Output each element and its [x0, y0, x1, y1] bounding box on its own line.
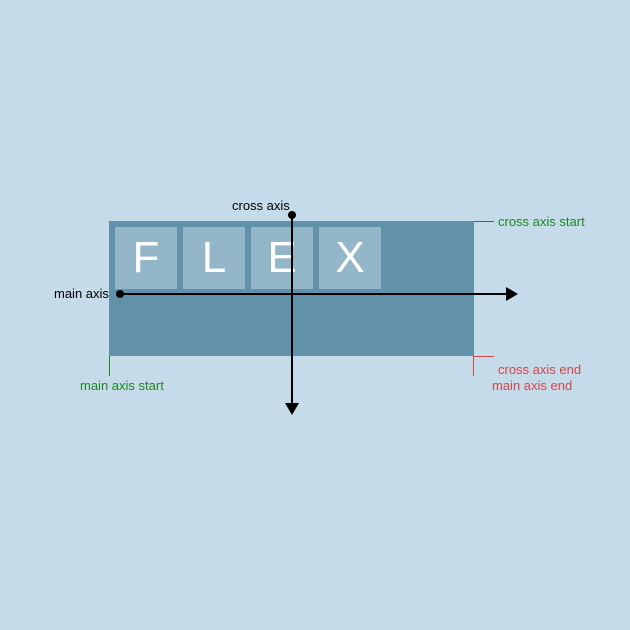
main-axis-start-tick [109, 356, 110, 376]
main-axis-end-label: main axis end [492, 378, 572, 393]
flex-item: F [115, 227, 177, 289]
cross-axis-arrowhead [285, 403, 299, 415]
cross-axis-label: cross axis [232, 198, 290, 213]
main-axis-label: main axis [54, 286, 109, 301]
main-axis-line [120, 293, 508, 295]
main-axis-start-label: main axis start [80, 378, 164, 393]
flex-item: E [251, 227, 313, 289]
cross-axis-line [291, 215, 293, 405]
main-axis-origin-dot [116, 290, 124, 298]
main-axis-arrowhead [506, 287, 518, 301]
cross-axis-end-tick [474, 356, 494, 357]
flex-item: L [183, 227, 245, 289]
cross-axis-end-label: cross axis end [498, 362, 581, 377]
main-axis-end-tick [473, 356, 474, 376]
cross-axis-start-label: cross axis start [498, 214, 585, 229]
cross-axis-start-tick [474, 221, 494, 222]
flex-item: X [319, 227, 381, 289]
